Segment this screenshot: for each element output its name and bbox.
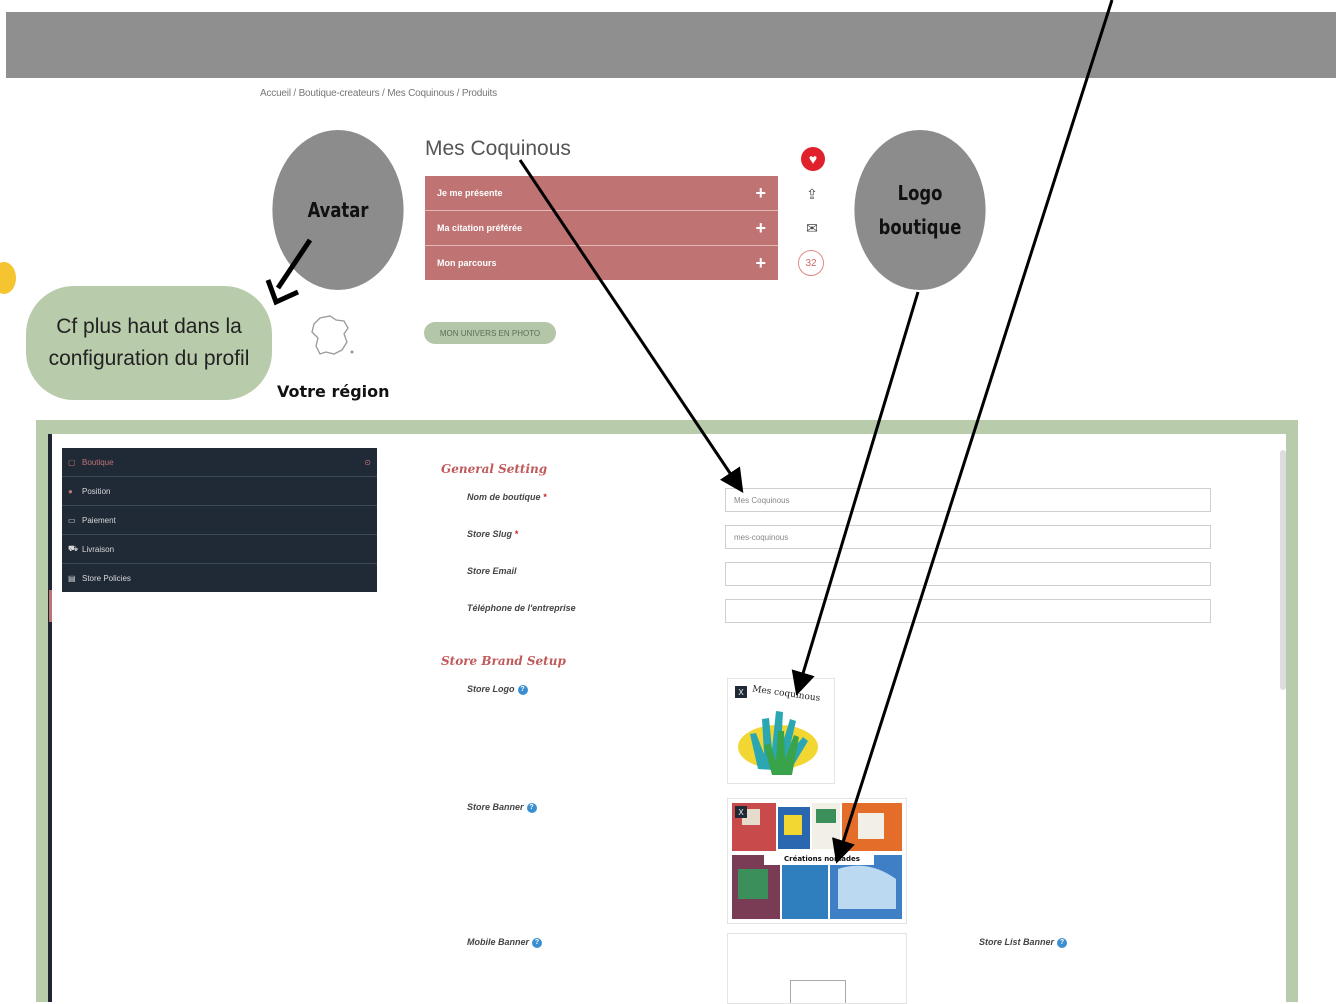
arrow-store-name — [518, 159, 744, 493]
arrow-avatar — [275, 238, 313, 290]
arrow-logo — [791, 291, 920, 696]
arrow-banner — [832, 0, 1114, 864]
annotation-arrows — [265, 0, 1114, 864]
